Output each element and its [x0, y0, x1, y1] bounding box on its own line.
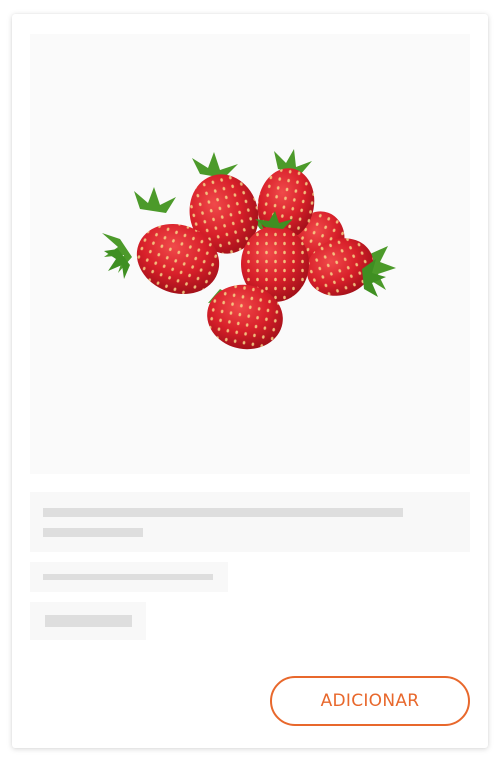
strawberries-image [102, 149, 396, 350]
price-skeleton-line [45, 615, 132, 627]
product-subtitle-placeholder [30, 562, 228, 592]
title-skeleton-line [43, 528, 143, 537]
title-skeleton-line [43, 508, 403, 517]
product-title-placeholder [30, 492, 470, 552]
product-card: ADICIONAR [12, 14, 488, 748]
product-price-placeholder [30, 602, 146, 640]
subtitle-skeleton-line [43, 574, 213, 580]
product-image[interactable] [30, 34, 470, 474]
add-to-cart-button[interactable]: ADICIONAR [270, 676, 470, 726]
